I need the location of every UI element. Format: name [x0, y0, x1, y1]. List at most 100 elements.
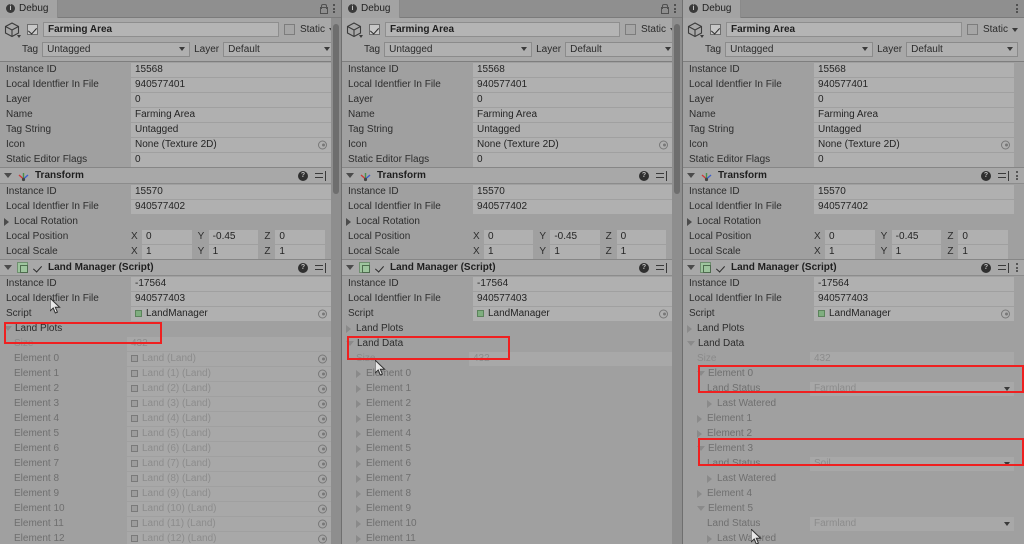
foldout-triangle-icon[interactable]: [4, 265, 12, 270]
tab-debug-middle[interactable]: i Debug: [342, 0, 401, 18]
foldout-triangle-icon[interactable]: [356, 444, 363, 453]
element-0-land-status-dropdown[interactable]: Farmland: [810, 381, 1014, 396]
local-scale-y[interactable]: 1: [208, 244, 259, 259]
foldout-triangle-icon[interactable]: [346, 265, 354, 270]
element-object-field[interactable]: Land (9) (Land): [127, 486, 331, 501]
object-picker-icon[interactable]: [318, 399, 327, 408]
kebab-menu-icon[interactable]: [1016, 4, 1018, 13]
object-picker-icon[interactable]: [318, 354, 327, 363]
local-position-z[interactable]: 0: [275, 229, 326, 244]
component-header-land-manager[interactable]: Land Manager (Script) ?: [0, 259, 341, 276]
land-data-size-value[interactable]: 432: [810, 351, 1014, 366]
static-checkbox[interactable]: [283, 24, 295, 35]
local-scale-z[interactable]: 1: [958, 244, 1009, 259]
prop-value[interactable]: 15568: [814, 62, 1014, 77]
foldout-triangle-icon[interactable]: [687, 265, 695, 270]
local-scale-y[interactable]: 1: [550, 244, 600, 259]
component-enabled-checkbox[interactable]: [33, 263, 43, 273]
local-scale-x[interactable]: 1: [142, 244, 192, 259]
gameobject-enabled-checkbox[interactable]: [27, 24, 38, 35]
tab-debug-right[interactable]: i Debug: [683, 0, 742, 18]
preset-icon[interactable]: [998, 262, 1009, 273]
element-5-land-status-dropdown[interactable]: Farmland: [810, 516, 1014, 531]
static-checkbox[interactable]: [966, 24, 978, 35]
object-picker-icon[interactable]: [318, 489, 327, 498]
element-foldout[interactable]: Element 1: [342, 381, 682, 396]
prop-value[interactable]: Untagged: [473, 122, 672, 137]
row-local-rotation[interactable]: Local Rotation: [0, 214, 341, 229]
kebab-menu-icon[interactable]: [674, 4, 676, 13]
prop-value[interactable]: 940577403: [814, 291, 1014, 306]
local-scale-z[interactable]: 1: [616, 244, 666, 259]
object-picker-icon[interactable]: [318, 429, 327, 438]
local-position-y[interactable]: -0.45: [208, 229, 259, 244]
prop-value[interactable]: 15570: [473, 184, 672, 199]
kebab-menu-icon[interactable]: [333, 4, 335, 13]
help-icon[interactable]: ?: [298, 262, 308, 273]
gameobject-enabled-checkbox[interactable]: [710, 24, 721, 35]
object-picker-icon[interactable]: [659, 309, 668, 318]
element-foldout[interactable]: Element 10: [342, 516, 682, 531]
foldout-triangle-icon[interactable]: [4, 217, 11, 226]
object-picker-icon[interactable]: [318, 140, 327, 149]
prop-value[interactable]: -17564: [131, 276, 331, 291]
object-picker-icon[interactable]: [318, 444, 327, 453]
prop-value[interactable]: 940577401: [473, 77, 672, 92]
help-icon[interactable]: ?: [981, 170, 991, 181]
local-scale-x[interactable]: 1: [484, 244, 534, 259]
element-foldout[interactable]: Element 6: [342, 456, 682, 471]
object-picker-icon[interactable]: [1001, 309, 1010, 318]
prop-value[interactable]: 0: [814, 92, 1014, 107]
component-header-transform[interactable]: Transform ?: [0, 167, 341, 184]
component-header-transform[interactable]: Transform ?: [683, 167, 1024, 184]
foldout-triangle-icon[interactable]: [687, 324, 694, 333]
element-foldout[interactable]: Element 11: [342, 531, 682, 544]
foldout-triangle-icon[interactable]: [707, 474, 714, 483]
land-data-size-value[interactable]: 432: [469, 351, 672, 366]
element-foldout[interactable]: Element 5: [342, 441, 682, 456]
script-object-field[interactable]: LandManager: [473, 306, 672, 321]
prop-value[interactable]: 0: [473, 92, 672, 107]
prop-value[interactable]: Farming Area: [131, 107, 331, 122]
element-0-foldout[interactable]: Element 0: [683, 366, 1024, 381]
scrollbar-thumb[interactable]: [333, 24, 339, 194]
prop-value[interactable]: 940577403: [473, 291, 672, 306]
foldout-triangle-icon[interactable]: [4, 173, 12, 178]
element-4-foldout[interactable]: Element 4: [683, 486, 1024, 501]
foldout-triangle-icon[interactable]: [707, 534, 714, 543]
component-enabled-checkbox[interactable]: [716, 263, 726, 273]
object-picker-icon[interactable]: [318, 534, 327, 543]
prop-value[interactable]: Farming Area: [814, 107, 1014, 122]
foldout-triangle-icon[interactable]: [707, 399, 714, 408]
preset-icon[interactable]: [656, 262, 667, 273]
land-plots-size-value[interactable]: 432: [127, 336, 331, 351]
local-scale-z[interactable]: 1: [275, 244, 326, 259]
prop-value[interactable]: -17564: [814, 276, 1014, 291]
lock-icon[interactable]: [319, 4, 328, 14]
object-picker-icon[interactable]: [318, 309, 327, 318]
preset-icon[interactable]: [998, 170, 1009, 181]
prop-value[interactable]: 0: [473, 152, 672, 167]
object-picker-icon[interactable]: [318, 369, 327, 378]
foldout-triangle-icon[interactable]: [346, 217, 353, 226]
prop-value[interactable]: 940577402: [814, 199, 1014, 214]
icon-object-field[interactable]: None (Texture 2D): [473, 137, 672, 152]
prop-value[interactable]: 940577401: [814, 77, 1014, 92]
element-object-field[interactable]: Land (8) (Land): [127, 471, 331, 486]
foldout-triangle-icon[interactable]: [356, 474, 363, 483]
element-object-field[interactable]: Land (10) (Land): [127, 501, 331, 516]
layer-dropdown[interactable]: Default: [565, 41, 676, 57]
foldout-land-plots[interactable]: Land Plots: [342, 321, 682, 336]
prop-value[interactable]: 0: [131, 92, 331, 107]
element-object-field[interactable]: Land (3) (Land): [127, 396, 331, 411]
foldout-land-data[interactable]: Land Data: [342, 336, 682, 351]
foldout-triangle-icon[interactable]: [697, 446, 705, 451]
prop-value[interactable]: 15570: [814, 184, 1014, 199]
row-local-rotation[interactable]: Local Rotation: [342, 214, 682, 229]
local-scale-x[interactable]: 1: [825, 244, 875, 259]
kebab-menu-icon[interactable]: [1016, 263, 1018, 272]
help-icon[interactable]: ?: [639, 170, 649, 181]
foldout-triangle-icon[interactable]: [356, 429, 363, 438]
element-3-foldout[interactable]: Element 3: [683, 441, 1024, 456]
prop-value[interactable]: 15568: [473, 62, 672, 77]
